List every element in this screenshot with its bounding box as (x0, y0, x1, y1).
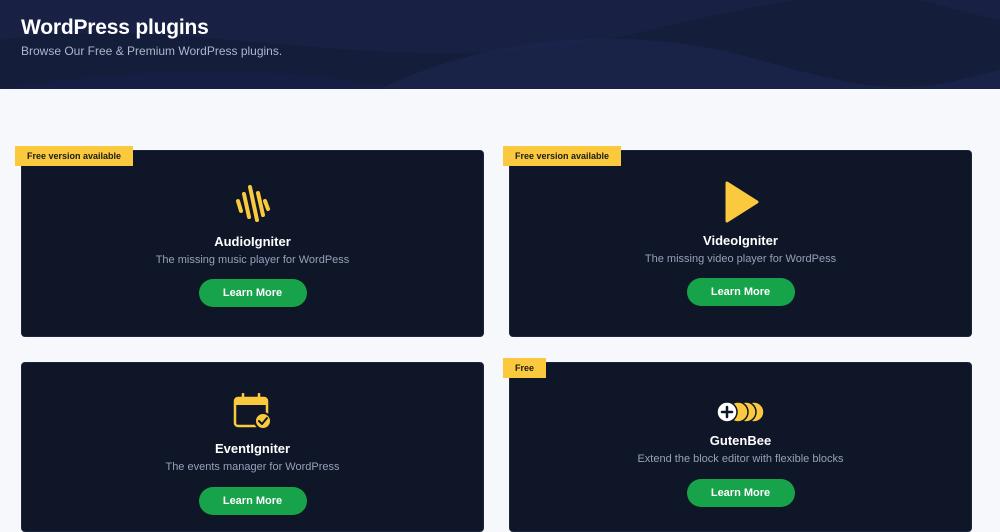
learn-more-button-videoigniter[interactable]: Learn More (686, 278, 795, 306)
plugin-description: Extend the block editor with flexible bl… (637, 453, 844, 465)
calendar-check-icon (233, 392, 273, 436)
page-title: WordPress plugins (21, 16, 209, 39)
plugin-card-gutenbee: Free GutenBee Extend the block editor wi… (503, 358, 972, 532)
plugin-badge: Free version available (503, 146, 622, 166)
plugin-card-eventigniter: EventIgniter The events manager for Word… (21, 362, 484, 532)
plugin-badge: Free (503, 358, 547, 378)
plugin-description: The events manager for WordPress (165, 461, 340, 473)
learn-more-button-eventigniter[interactable]: Learn More (198, 487, 307, 515)
learn-more-button-gutenbee[interactable]: Learn More (686, 479, 795, 507)
page-subtitle: Browse Our Free & Premium WordPress plug… (21, 44, 283, 58)
plugin-description: The missing music player for WordPess (155, 254, 350, 266)
play-icon (723, 181, 759, 228)
plugin-badge: Free version available (15, 146, 134, 166)
plugin-card-videoigniter: Free version available VideoIgniter The … (503, 146, 972, 337)
page-header: WordPress plugins Browse Our Free & Prem… (0, 0, 1000, 89)
plugin-card-audioigniter: Free version available AudioIgniter The … (15, 146, 484, 337)
learn-more-button-audioigniter[interactable]: Learn More (198, 279, 307, 307)
plugin-name: GutenBee (709, 433, 772, 448)
add-blocks-icon (715, 400, 766, 429)
plugin-name: VideoIgniter (703, 233, 778, 248)
plugin-description: The missing video player for WordPess (644, 253, 837, 265)
plugin-name: AudioIgniter (214, 234, 291, 249)
plugin-name: EventIgniter (214, 441, 291, 456)
audio-wave-icon (233, 181, 273, 228)
